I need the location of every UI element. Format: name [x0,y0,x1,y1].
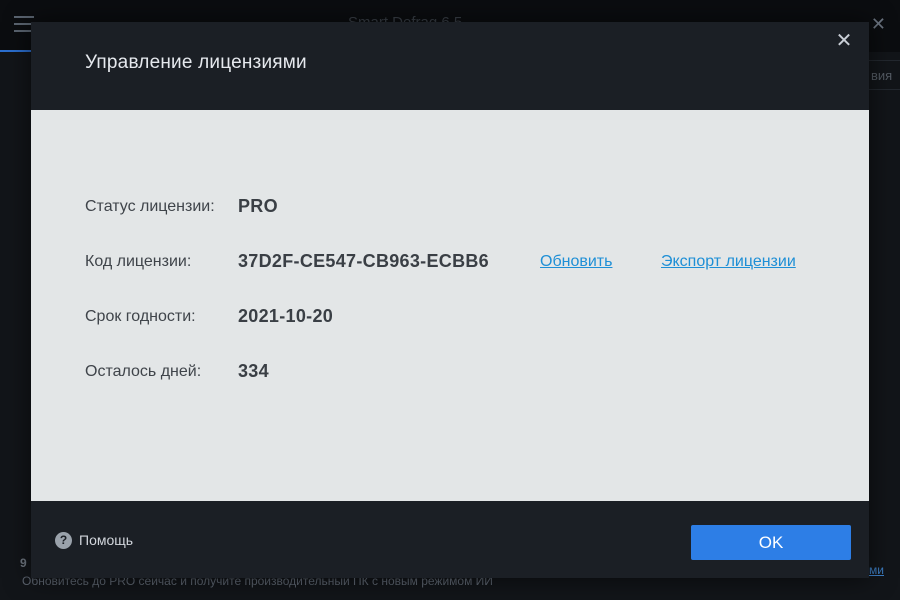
upgrade-number: 9 [20,556,27,570]
help-button[interactable]: ? Помощь [55,531,133,549]
update-link[interactable]: Обновить [540,253,612,271]
license-status-label: Статус лицензии: [85,198,215,215]
days-left-label: Осталось дней: [85,363,202,380]
close-icon[interactable]: ✕ [831,28,857,54]
license-status-row: Статус лицензии: PRO [85,196,845,220]
expiry-value: 2021-10-20 [238,306,334,326]
expiry-row: Срок годности: 2021-10-20 [85,306,845,330]
dialog-title: Управление лицензиями [85,52,307,73]
days-left-value: 334 [238,361,269,381]
background-upgrade-banner: 9 Обновитесь до PRO сейчас и получите пр… [20,556,493,588]
help-label: Помощь [79,532,134,548]
menu-underline [0,50,32,52]
background-link[interactable]: ми [869,563,884,577]
license-code-row: Код лицензии: 37D2F-CE547-CB963-ECBB6 Об… [85,251,845,275]
license-dialog: Управление лицензиями ✕ Статус лицензии:… [31,22,869,578]
expiry-label: Срок годности: [85,308,196,325]
dialog-footer: ? Помощь OK [31,501,869,578]
license-code-value: 37D2F-CE547-CB963-ECBB6 [238,251,489,271]
days-left-row: Осталось дней: 334 [85,361,845,385]
license-code-label: Код лицензии: [85,253,192,270]
help-icon: ? [55,531,72,549]
dialog-body: Статус лицензии: PRO Код лицензии: 37D2F… [31,110,869,501]
ok-button[interactable]: OK [691,525,851,560]
app-window: Smart Defrag 6.5 ✕ вия 9 Обновитесь до P… [0,0,900,600]
background-tab[interactable]: вия [864,60,900,90]
license-status-value: PRO [238,196,278,216]
export-license-link[interactable]: Экспорт лицензии [661,253,796,271]
app-close-icon[interactable]: ✕ [871,14,886,35]
dialog-header: Управление лицензиями ✕ [31,22,869,110]
